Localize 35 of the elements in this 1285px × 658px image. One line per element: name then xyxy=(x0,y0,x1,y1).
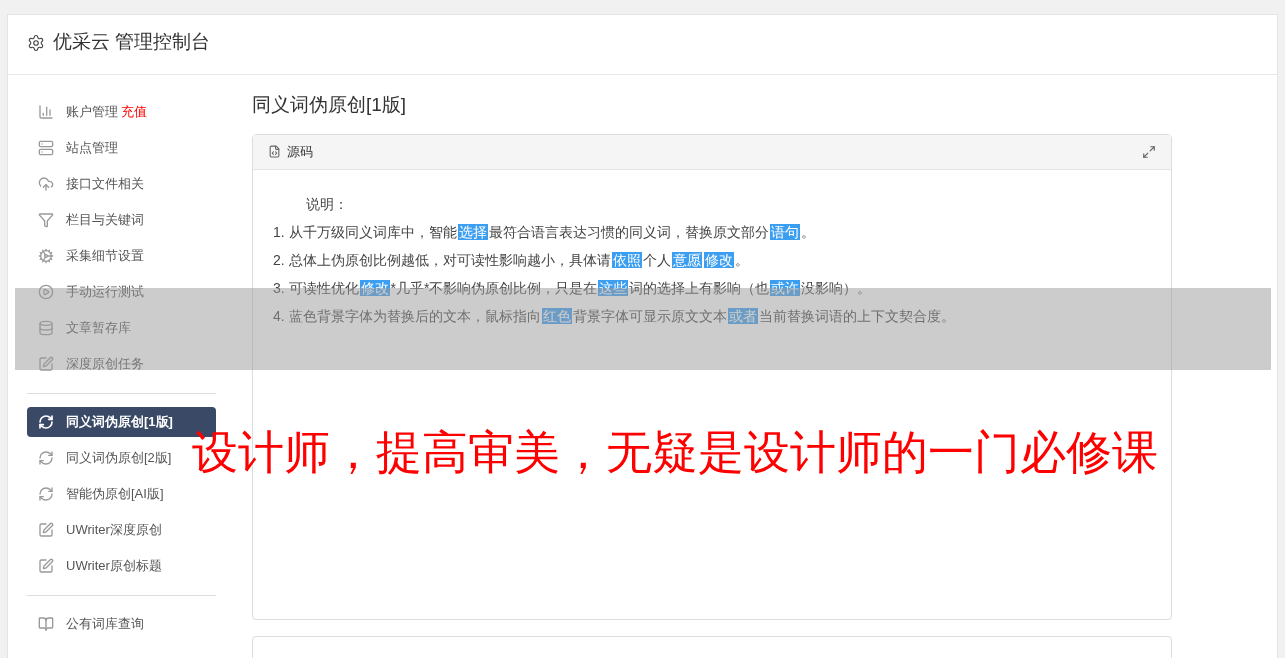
sidebar-item[interactable]: 公有词库查询 xyxy=(27,609,216,639)
cloud-upload-icon xyxy=(38,176,54,192)
description-line: 1. 从千万级同义词库中，智能选择 最符合语言表达习惯的同义词，替换原文部分 语句。 xyxy=(273,222,815,242)
app-title: 优采云 管理控制台 xyxy=(53,30,211,55)
server-icon xyxy=(38,140,54,156)
play-icon xyxy=(38,284,54,300)
sidebar-item[interactable]: UWriter原创标题 xyxy=(27,551,216,581)
sidebar-item[interactable]: 采集细节设置 xyxy=(27,241,216,271)
fullscreen-icon[interactable] xyxy=(1142,144,1156,159)
description-heading: 说明： xyxy=(305,194,348,214)
sidebar-item[interactable]: 接口文件相关 xyxy=(27,169,216,199)
recharge-link[interactable]: 充值 xyxy=(121,102,147,122)
page-title: 同义词伪原创[1版] xyxy=(252,93,407,117)
edit-icon xyxy=(38,522,54,538)
sidebar-item[interactable]: 账户管理 充值 xyxy=(27,97,216,127)
sidebar-item[interactable]: 站点管理 xyxy=(27,133,216,163)
panel-title: 源码 xyxy=(287,142,313,161)
edit-icon xyxy=(38,356,54,372)
bar-chart-icon xyxy=(38,104,54,120)
filter-icon xyxy=(38,212,54,228)
code-file-icon xyxy=(268,145,281,158)
sidebar-item[interactable]: 智能伪原创[AI版] xyxy=(27,479,216,509)
book-icon xyxy=(38,616,54,632)
sidebar-item[interactable]: 栏目与关键词 xyxy=(27,205,216,235)
description-line: 2. 总体上伪原创比例越低，对可读性影响越小，具体请依照 个人 意愿 修改。 xyxy=(273,250,749,270)
edit-icon xyxy=(38,558,54,574)
description-line: 3. 可读性优化修改*几乎*不影响伪原创比例，只是在这些词的选择上有影响（也或许没影响）。 xyxy=(273,278,872,298)
gears-icon xyxy=(38,248,54,264)
refresh-icon xyxy=(38,414,54,430)
description-line: 4. 蓝色背景字体为替换后的文本，鼠标指向 红色背景字体可显示原文文本 或者 当前替换词语的上下文契合度。 xyxy=(273,306,955,326)
settings-icon xyxy=(27,33,45,52)
refresh-icon xyxy=(38,450,54,466)
database-icon xyxy=(38,320,54,336)
sidebar-item[interactable]: UWriter深度原创 xyxy=(27,515,216,545)
refresh-icon xyxy=(38,486,54,502)
